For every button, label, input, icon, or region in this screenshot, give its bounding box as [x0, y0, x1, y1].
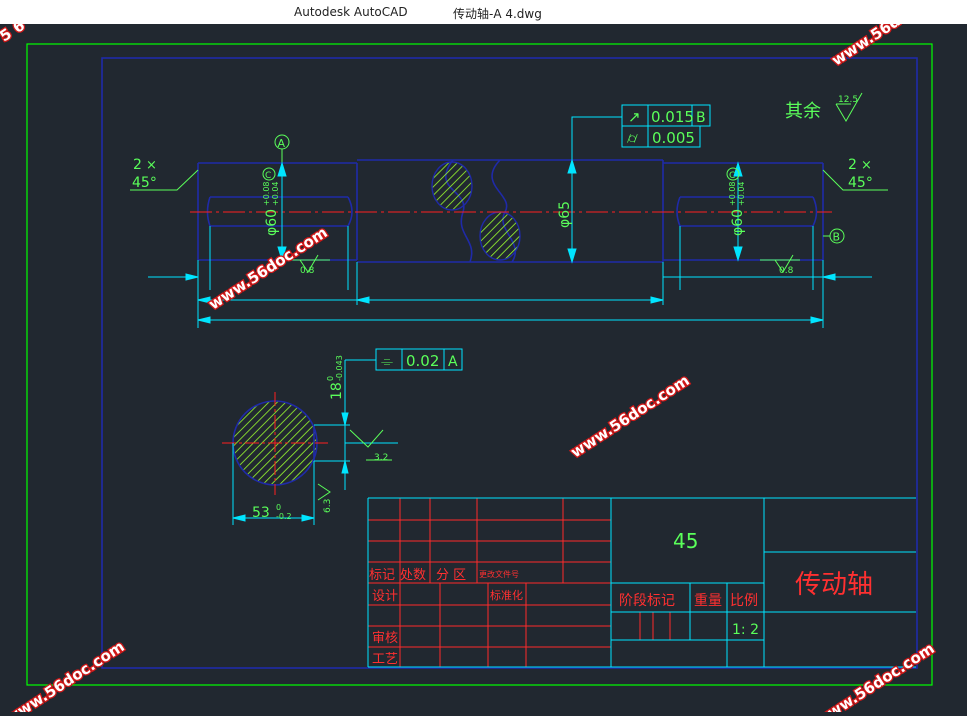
svg-text:0.005: 0.005	[652, 129, 695, 147]
app-name: Autodesk AutoCAD	[294, 5, 408, 19]
roughness-left: 0.8	[300, 266, 315, 276]
keyway-depth-tol-upper: 0	[276, 503, 281, 512]
svg-text:-0.043: -0.043	[335, 355, 344, 381]
stage-mark-label: 阶段标记	[619, 593, 675, 609]
svg-text:+0.04: +0.04	[737, 181, 746, 206]
svg-text:⌯: ⌯	[381, 352, 393, 370]
section-hatch-top	[431, 161, 473, 211]
chamfer-right-x: ×	[861, 158, 872, 173]
header-zone: 分 区	[436, 568, 466, 583]
roughness-section-b: 6.3	[323, 499, 333, 513]
dia-right-dim: φ60 +0.08 +0.04	[728, 181, 746, 236]
title-bar: Autodesk AutoCAD 传动轴-A 4.dwg	[0, 0, 967, 24]
datum-a-label: A	[278, 137, 286, 150]
header-change-doc: 更改文件号	[479, 569, 519, 579]
chamfer-right-count: 2	[848, 157, 857, 173]
row-design: 设计	[372, 589, 398, 604]
weight-label: 重量	[694, 593, 722, 609]
svg-text:φ65: φ65	[557, 201, 573, 228]
svg-text:6.3: 6.3	[323, 499, 333, 513]
file-name: 传动轴-A 4.dwg	[453, 7, 542, 21]
row-review: 审核	[372, 631, 398, 646]
svg-text:+0.08: +0.08	[728, 181, 737, 206]
chamfer-left-angle: 45°	[132, 175, 157, 191]
svg-text:B: B	[696, 110, 706, 126]
material: 45	[673, 529, 698, 553]
svg-text:0: 0	[326, 376, 335, 381]
drawing-canvas[interactable]: 2 × 45° 2 × 45° A B φ60 +0.08 +0.04 C φ6…	[0, 11, 967, 716]
watermark-2: www.56doc.com	[567, 371, 692, 461]
watermark-5: www.56doc.com	[812, 639, 937, 712]
watermark-3: www.56d	[828, 24, 903, 69]
chamfer-leaders	[130, 169, 888, 191]
svg-text:0.015: 0.015	[651, 108, 694, 126]
title-block: 45 传动轴 标记 处数 分 区 更改文件号 设计 审核 工艺 标准化 阶段标记…	[367, 497, 916, 668]
watermark-4: www.56doc.com	[2, 637, 127, 712]
header-count: 处数	[400, 568, 426, 583]
svg-text:A: A	[448, 354, 458, 370]
watermark-6: 5 6	[0, 24, 28, 45]
roughness-marks	[290, 254, 800, 273]
svg-text:φ60: φ60	[264, 209, 280, 236]
keyway-depth-tol-lower: -0.2	[276, 512, 292, 521]
datum-b-label: B	[833, 231, 841, 244]
cad-drawing[interactable]: 2 × 45° 2 × 45° A B φ60 +0.08 +0.04 C φ6…	[0, 11, 967, 716]
fcf-top-leader	[571, 116, 622, 160]
roughness-note-label: 其余	[785, 101, 821, 122]
chamfer-right-angle: 45°	[848, 175, 873, 191]
dia-left-dim: φ60 +0.08 +0.04	[262, 181, 280, 236]
svg-text:18: 18	[329, 382, 345, 400]
chamfer-left-count: 2	[133, 157, 142, 173]
section-roughness-marks	[317, 429, 392, 501]
svg-text:φ60: φ60	[730, 209, 746, 236]
svg-text:0.02: 0.02	[406, 352, 439, 370]
datum-c-label-left: C	[265, 171, 271, 181]
svg-text:+0.04: +0.04	[271, 181, 280, 206]
watermarks: www.56doc.com www.56doc.com www.56d www.…	[0, 11, 939, 716]
section-hatch-bottom	[479, 211, 521, 261]
svg-text:+0.08: +0.08	[262, 181, 271, 206]
fcf-top: ↗ 0.015 B ⌭ 0.005	[621, 104, 711, 148]
scale-value: 1: 2	[732, 622, 759, 638]
fcf-section: ⌯ 0.02 A	[375, 348, 463, 371]
keyway-width-dim: 18 0 -0.043	[326, 355, 345, 400]
roughness-right: 0.8	[779, 266, 794, 276]
roughness-section-a: 3.2	[374, 453, 388, 463]
chamfer-left-x: ×	[146, 158, 157, 173]
roughness-note-value: 12.5	[838, 95, 858, 105]
header-mark: 标记	[369, 568, 395, 583]
svg-text:↗: ↗	[628, 108, 641, 126]
dia-mid-dim: φ65	[557, 201, 573, 228]
datum-c-label-right: C	[729, 171, 735, 181]
part-name: 传动轴	[795, 570, 873, 600]
scale-label: 比例	[730, 593, 758, 609]
row-process: 工艺	[372, 652, 398, 667]
svg-text:⌭: ⌭	[627, 129, 638, 147]
keyway-depth-dim: 53	[252, 505, 270, 521]
standardize-label: 标准化	[490, 588, 523, 602]
